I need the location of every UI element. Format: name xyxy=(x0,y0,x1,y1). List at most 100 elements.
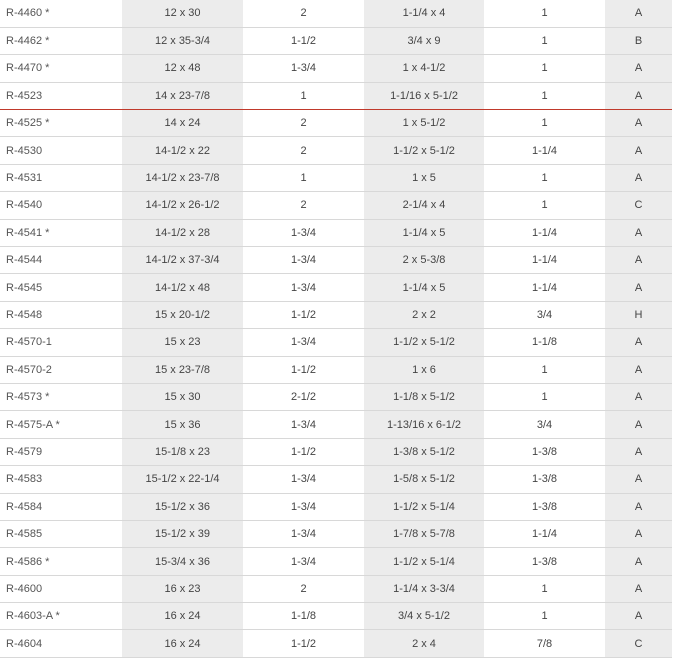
size-cell: 14-1/2 x 28 xyxy=(122,219,243,248)
table-row: R-4586 * 15-3/4 x 36 1-3/4 1-1/2 x 5-1/4… xyxy=(0,547,672,576)
depth-cell: 1 xyxy=(484,109,605,138)
size-cell: 12 x 35-3/4 xyxy=(122,27,243,56)
opening-cell: 1-7/8 x 5-7/8 xyxy=(364,520,484,549)
depth-cell: 1 xyxy=(484,575,605,604)
part-number-cell: R-4525 * xyxy=(0,109,122,138)
depth-cell: 1-3/8 xyxy=(484,547,605,576)
style-cell: H xyxy=(605,301,672,330)
style-cell: C xyxy=(605,629,672,658)
size-cell: 12 x 30 xyxy=(122,0,243,28)
style-cell: A xyxy=(605,82,672,111)
style-cell: A xyxy=(605,136,672,165)
size-cell: 14-1/2 x 37-3/4 xyxy=(122,246,243,275)
table-row: R-4545 14-1/2 x 48 1-3/4 1-1/4 x 5 1-1/4… xyxy=(0,273,672,302)
opening-cell: 3/4 x 5-1/2 xyxy=(364,602,484,631)
part-number-cell: R-4585 xyxy=(0,520,122,549)
opening-cell: 1-1/4 x 3-3/4 xyxy=(364,575,484,604)
style-cell: A xyxy=(605,410,672,439)
depth-cell: 1-1/4 xyxy=(484,520,605,549)
depth-cell: 3/4 xyxy=(484,301,605,330)
style-cell: A xyxy=(605,356,672,384)
size-cell: 16 x 23 xyxy=(122,575,243,604)
table-row: R-4603-A * 16 x 24 1-1/8 3/4 x 5-1/2 1 A xyxy=(0,602,672,631)
part-number-cell: R-4460 * xyxy=(0,0,122,28)
opening-cell: 1-1/8 x 5-1/2 xyxy=(364,383,484,412)
thickness-cell: 1-1/2 xyxy=(243,27,364,56)
size-cell: 15 x 36 xyxy=(122,410,243,439)
size-cell: 14-1/2 x 22 xyxy=(122,136,243,165)
table-row: R-4470 * 12 x 48 1-3/4 1 x 4-1/2 1 A xyxy=(0,54,672,83)
table-row: R-4540 14-1/2 x 26-1/2 2 2-1/4 x 4 1 C xyxy=(0,191,672,220)
size-cell: 15 x 23-7/8 xyxy=(122,356,243,384)
opening-cell: 1-5/8 x 5-1/2 xyxy=(364,465,484,494)
thickness-cell: 2 xyxy=(243,575,364,604)
thickness-cell: 1-1/2 xyxy=(243,356,364,384)
opening-cell: 2-1/4 x 4 xyxy=(364,191,484,220)
table-row: R-4525 * 14 x 24 2 1 x 5-1/2 1 A xyxy=(0,109,672,138)
opening-cell: 1-1/4 x 5 xyxy=(364,273,484,302)
depth-cell: 3/4 xyxy=(484,410,605,439)
opening-cell: 2 x 2 xyxy=(364,301,484,330)
part-number-cell: R-4540 xyxy=(0,191,122,220)
size-cell: 12 x 48 xyxy=(122,54,243,83)
part-number-cell: R-4584 xyxy=(0,493,122,521)
part-number-cell: R-4600 xyxy=(0,575,122,604)
table-row: R-4530 14-1/2 x 22 2 1-1/2 x 5-1/2 1-1/4… xyxy=(0,136,672,165)
table-row: R-4541 * 14-1/2 x 28 1-3/4 1-1/4 x 5 1-1… xyxy=(0,219,672,248)
table-row: R-4575-A * 15 x 36 1-3/4 1-13/16 x 6-1/2… xyxy=(0,410,672,439)
depth-cell: 1 xyxy=(484,356,605,384)
depth-cell: 1-1/4 xyxy=(484,246,605,275)
table-row: R-4570-2 15 x 23-7/8 1-1/2 1 x 6 1 A xyxy=(0,356,672,384)
table-row: R-4579 15-1/8 x 23 1-1/2 1-3/8 x 5-1/2 1… xyxy=(0,438,672,467)
style-cell: A xyxy=(605,54,672,83)
style-cell: A xyxy=(605,438,672,467)
size-cell: 16 x 24 xyxy=(122,602,243,631)
thickness-cell: 1-3/4 xyxy=(243,547,364,576)
size-cell: 14 x 24 xyxy=(122,109,243,138)
part-number-cell: R-4470 * xyxy=(0,54,122,83)
opening-cell: 3/4 x 9 xyxy=(364,27,484,56)
parts-table-body: R-4460 * 12 x 30 2 1-1/4 x 4 1 A R-4462 … xyxy=(0,0,672,658)
style-cell: A xyxy=(605,575,672,604)
thickness-cell: 2 xyxy=(243,109,364,138)
table-row: R-4585 15-1/2 x 39 1-3/4 1-7/8 x 5-7/8 1… xyxy=(0,520,672,549)
part-number-cell: R-4548 xyxy=(0,301,122,330)
table-row: R-4584 15-1/2 x 36 1-3/4 1-1/2 x 5-1/4 1… xyxy=(0,493,672,521)
thickness-cell: 1-3/4 xyxy=(243,410,364,439)
thickness-cell: 1-3/4 xyxy=(243,246,364,275)
opening-cell: 1-1/2 x 5-1/2 xyxy=(364,328,484,357)
opening-cell: 1 x 5-1/2 xyxy=(364,109,484,138)
opening-cell: 1-3/8 x 5-1/2 xyxy=(364,438,484,467)
opening-cell: 1 x 4-1/2 xyxy=(364,54,484,83)
table-row: R-4531 14-1/2 x 23-7/8 1 1 x 5 1 A xyxy=(0,164,672,193)
style-cell: A xyxy=(605,383,672,412)
part-number-cell: R-4575-A * xyxy=(0,410,122,439)
style-cell: A xyxy=(605,246,672,275)
part-number-cell: R-4583 xyxy=(0,465,122,494)
thickness-cell: 1-3/4 xyxy=(243,520,364,549)
opening-cell: 2 x 4 xyxy=(364,629,484,658)
opening-cell: 1-1/4 x 5 xyxy=(364,219,484,248)
thickness-cell: 1-1/2 xyxy=(243,438,364,467)
part-number-cell: R-4544 xyxy=(0,246,122,275)
style-cell: A xyxy=(605,273,672,302)
thickness-cell: 1-3/4 xyxy=(243,54,364,83)
part-number-cell: R-4586 * xyxy=(0,547,122,576)
opening-cell: 1 x 6 xyxy=(364,356,484,384)
opening-cell: 1-1/4 x 4 xyxy=(364,0,484,28)
size-cell: 15 x 30 xyxy=(122,383,243,412)
depth-cell: 1-3/8 xyxy=(484,465,605,494)
table-row: R-4460 * 12 x 30 2 1-1/4 x 4 1 A xyxy=(0,0,672,28)
size-cell: 15-3/4 x 36 xyxy=(122,547,243,576)
thickness-cell: 1-3/4 xyxy=(243,465,364,494)
thickness-cell: 1-1/8 xyxy=(243,602,364,631)
part-number-cell: R-4570-1 xyxy=(0,328,122,357)
table-row: R-4548 15 x 20-1/2 1-1/2 2 x 2 3/4 H xyxy=(0,301,672,330)
style-cell: A xyxy=(605,109,672,138)
part-number-cell: R-4573 * xyxy=(0,383,122,412)
depth-cell: 1 xyxy=(484,602,605,631)
part-number-cell: R-4523 xyxy=(0,82,122,111)
size-cell: 14 x 23-7/8 xyxy=(122,82,243,111)
part-number-cell: R-4541 * xyxy=(0,219,122,248)
style-cell: A xyxy=(605,219,672,248)
